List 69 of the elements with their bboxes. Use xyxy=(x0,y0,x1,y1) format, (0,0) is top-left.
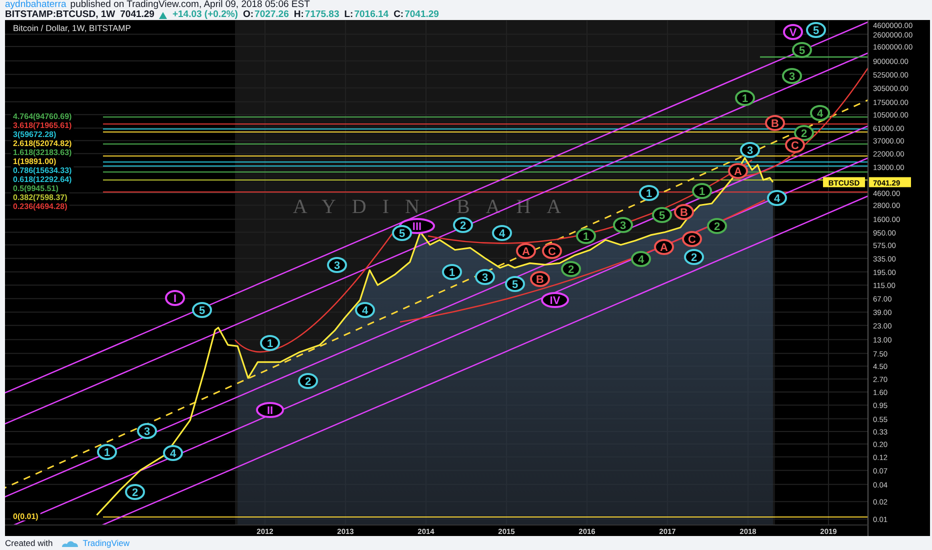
wave-label: B xyxy=(765,115,785,131)
ohlc-value: 7041.29 xyxy=(404,10,439,20)
wave-label: 3 xyxy=(782,68,802,84)
author-link[interactable]: aydnbahaterra xyxy=(5,0,66,10)
fib-level-label: 0.236(4694.28) xyxy=(11,202,70,211)
wave-label: B xyxy=(530,271,550,287)
wave-label: 5 xyxy=(652,207,672,223)
wave-label: 4 xyxy=(767,190,787,206)
wave-label: 2 xyxy=(453,217,473,233)
wave-label: 3 xyxy=(613,217,633,233)
created-with-label: Created with xyxy=(5,537,53,550)
fib-level-label: 3.618(71965.61) xyxy=(11,120,74,130)
wave-label: 4 xyxy=(355,302,375,318)
wave-label: A xyxy=(728,163,748,179)
fib-level-label: 4.764(94760.69) xyxy=(11,112,74,121)
fib-level-label: 0(0.01) xyxy=(11,512,40,521)
cloud-logo-icon xyxy=(60,538,79,548)
wave-label: 2 xyxy=(707,218,727,234)
wave-label: B xyxy=(674,204,694,220)
wave-label: 5 xyxy=(192,302,212,318)
wave-label: 4 xyxy=(492,225,512,241)
wave-label: A xyxy=(516,243,536,259)
wave-label: 4 xyxy=(163,445,183,461)
ohlc-key: C: xyxy=(394,10,404,20)
chart-title: Bitcoin / Dollar, 1W, BITSTAMP xyxy=(13,23,131,33)
fib-level-label: 2.618(52074.82) xyxy=(11,138,74,148)
ohlc-key: H: xyxy=(294,10,304,20)
wave-label: 1 xyxy=(735,90,755,106)
wave-label: 3 xyxy=(475,269,495,285)
wave-label: 2 xyxy=(794,125,814,141)
wave-label: 5 xyxy=(806,22,826,38)
wave-label: C xyxy=(785,137,805,153)
fib-level-label: 0.5(9945.51) xyxy=(11,184,60,193)
wave-label: 3 xyxy=(327,257,347,273)
last-price: 7041.29 xyxy=(120,10,154,20)
wave-label: 1 xyxy=(692,183,712,199)
wave-label: I xyxy=(165,290,185,306)
publish-info: published on TradingView.com, April 09, 2018 05:06 EST xyxy=(70,0,310,10)
wave-label: 2 xyxy=(684,249,704,265)
wave-label: 2 xyxy=(561,261,581,277)
ohlc-value: 7016.14 xyxy=(354,10,389,20)
wave-label: 3 xyxy=(137,423,157,439)
wave-label: 1 xyxy=(576,228,596,244)
fib-level-label: 1.618(32183.63) xyxy=(11,148,74,157)
ohlc-key: L: xyxy=(344,10,354,20)
brand-link[interactable]: TradingView xyxy=(82,536,130,550)
wave-label: 2 xyxy=(298,373,318,389)
wave-label: 4 xyxy=(810,105,830,121)
wave-label: 5 xyxy=(792,42,812,58)
wave-label: A xyxy=(654,239,674,255)
wave-label: 5 xyxy=(505,276,525,292)
wave-label: 1 xyxy=(260,335,280,351)
wave-label: 4 xyxy=(631,251,651,267)
symbol-label: BITSTAMP:BTCUSD, 1W xyxy=(5,10,116,20)
price-change: +14.03 (+0.2%) xyxy=(172,10,238,20)
wave-label: C xyxy=(542,243,562,259)
wave-label: 3 xyxy=(740,142,760,158)
wave-label: V xyxy=(783,24,803,40)
wave-label: 1 xyxy=(442,264,462,280)
wave-label: 2 xyxy=(125,484,145,500)
wave-label: 1 xyxy=(639,185,659,201)
ohlc-key: O: xyxy=(242,10,254,20)
fib-level-label: 0.786(15634.33) xyxy=(11,166,74,175)
fib-level-label: 0.382(7598.37) xyxy=(11,192,70,202)
ohlc-value: 7175.83 xyxy=(304,10,340,20)
wave-label: C xyxy=(682,231,702,247)
wave-label: 5 xyxy=(392,225,412,241)
wave-label: 1 xyxy=(97,444,117,460)
ohlc-value: 7027.26 xyxy=(254,10,289,20)
